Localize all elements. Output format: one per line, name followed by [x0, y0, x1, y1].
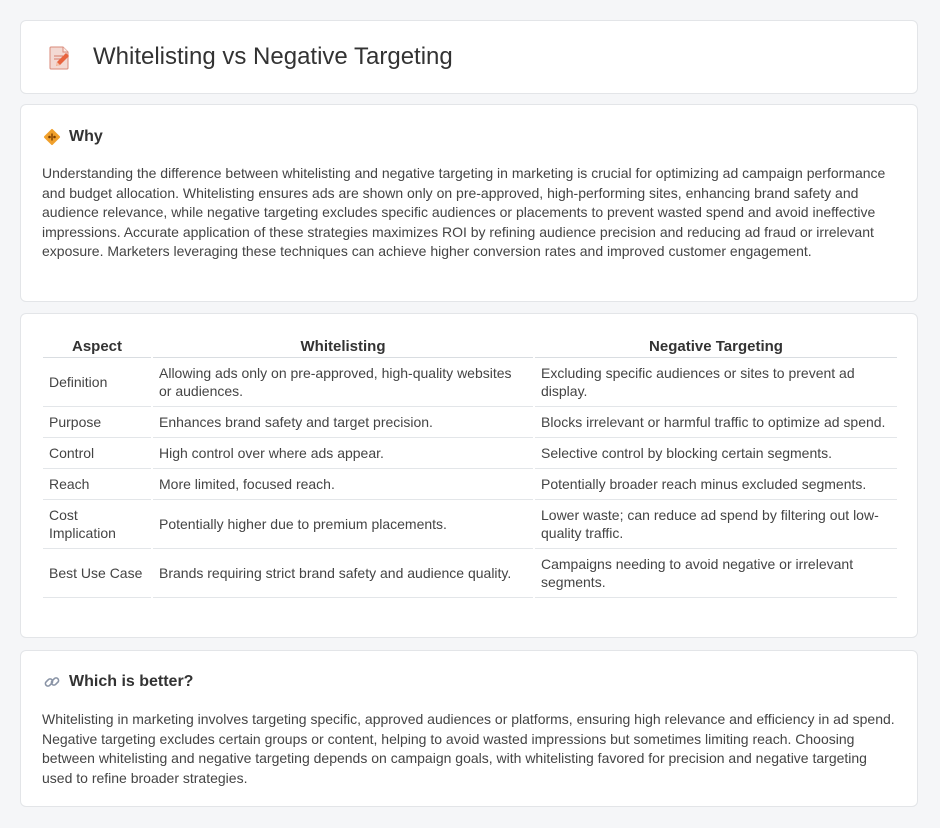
header-negative-targeting: Negative Targeting — [535, 334, 897, 358]
table-row: Cost Implication Potentially higher due … — [43, 500, 897, 549]
why-section: Why Understanding the difference between… — [20, 104, 918, 302]
aspect-cell: Purpose — [43, 407, 151, 438]
which-better-section: Which is better? Whitelisting in marketi… — [20, 650, 918, 807]
comparison-table: Aspect Whitelisting Negative Targeting D… — [41, 334, 899, 598]
negative-targeting-cell: Potentially broader reach minus excluded… — [535, 469, 897, 500]
aspect-cell: Reach — [43, 469, 151, 500]
table-row: Purpose Enhances brand safety and target… — [43, 407, 897, 438]
document-pencil-icon — [49, 46, 69, 70]
link-icon — [44, 677, 60, 687]
aspect-cell: Definition — [43, 358, 151, 407]
page-title: Whitelisting vs Negative Targeting — [93, 43, 453, 70]
negative-targeting-cell: Selective control by blocking certain se… — [535, 438, 897, 469]
table-row: Control High control over where ads appe… — [43, 438, 897, 469]
diamond-warning-icon — [43, 128, 61, 146]
whitelisting-cell: Enhances brand safety and target precisi… — [153, 407, 533, 438]
negative-targeting-cell: Campaigns needing to avoid negative or i… — [535, 549, 897, 598]
negative-targeting-cell: Blocks irrelevant or harmful traffic to … — [535, 407, 897, 438]
whitelisting-cell: Potentially higher due to premium placem… — [153, 500, 533, 549]
whitelisting-cell: High control over where ads appear. — [153, 438, 533, 469]
header-whitelisting: Whitelisting — [153, 334, 533, 358]
header-aspect: Aspect — [43, 334, 151, 358]
table-header-row: Aspect Whitelisting Negative Targeting — [43, 334, 897, 358]
which-title: Which is better? — [69, 673, 194, 690]
aspect-cell: Best Use Case — [43, 549, 151, 598]
aspect-cell: Control — [43, 438, 151, 469]
negative-targeting-cell: Excluding specific audiences or sites to… — [535, 358, 897, 407]
table-row: Reach More limited, focused reach. Poten… — [43, 469, 897, 500]
table-row: Definition Allowing ads only on pre-appr… — [43, 358, 897, 407]
table-row: Best Use Case Brands requiring strict br… — [43, 549, 897, 598]
why-heading: Why — [43, 128, 103, 146]
negative-targeting-cell: Lower waste; can reduce ad spend by filt… — [535, 500, 897, 549]
why-body: Understanding the difference between whi… — [42, 165, 886, 259]
which-heading: Which is better? — [43, 673, 193, 691]
whitelisting-cell: More limited, focused reach. — [153, 469, 533, 500]
aspect-cell: Cost Implication — [43, 500, 151, 549]
whitelisting-cell: Brands requiring strict brand safety and… — [153, 549, 533, 598]
why-title: Why — [69, 128, 103, 145]
which-body: Whitelisting in marketing involves targe… — [42, 711, 895, 786]
comparison-card: Aspect Whitelisting Negative Targeting D… — [20, 313, 918, 638]
header-card: Whitelisting vs Negative Targeting — [20, 20, 918, 94]
whitelisting-cell: Allowing ads only on pre-approved, high-… — [153, 358, 533, 407]
